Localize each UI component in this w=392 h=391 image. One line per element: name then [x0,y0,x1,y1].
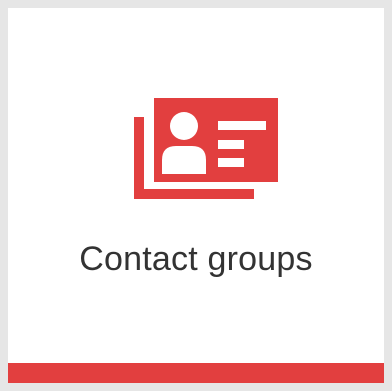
accent-bar [8,363,384,383]
contact-card-stack-icon [126,88,286,208]
contact-groups-tile[interactable]: Contact groups [8,8,384,383]
tile-label: Contact groups [79,240,313,278]
